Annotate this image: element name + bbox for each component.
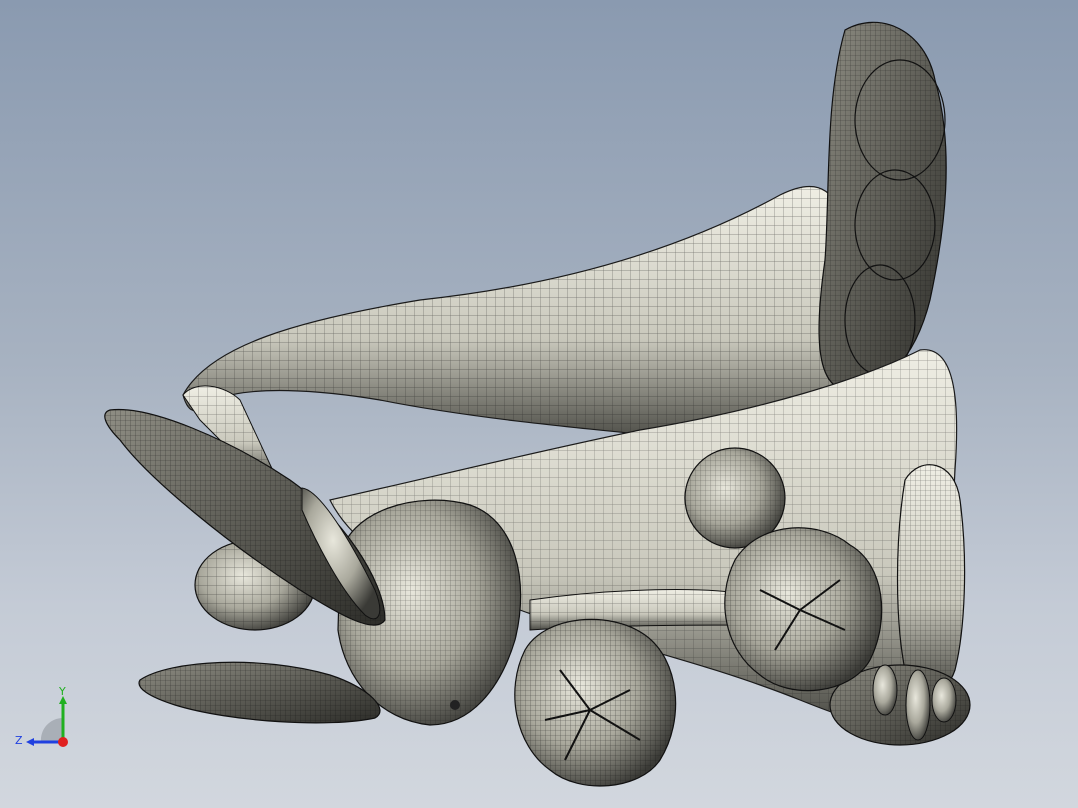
right-limb [896,464,966,694]
finger-stack [818,21,947,392]
y-axis-label: Y [58,685,66,698]
axis-triad: Y Z [15,685,68,747]
mesh-model-canvas[interactable] [0,0,1078,808]
flower-ball-bottom [514,618,677,787]
upper-limb [182,185,853,442]
3d-viewport[interactable]: Y Z [0,0,1078,808]
z-axis-arrow [26,738,34,746]
x-axis-dot [58,737,68,747]
ear-lower [138,661,381,724]
z-axis-label: Z [15,734,23,747]
